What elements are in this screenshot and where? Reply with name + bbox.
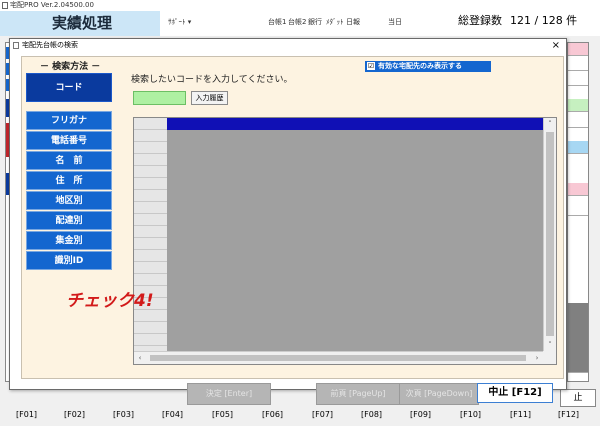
search-method-caption: － 検索方法 －: [40, 62, 101, 72]
fkey-f12[interactable]: [F12]: [558, 410, 579, 419]
fkey-f05[interactable]: [F05]: [212, 410, 233, 419]
row-header: [134, 190, 167, 202]
row-header: [134, 274, 167, 286]
bg-cell: [568, 99, 588, 112]
screen-title: 実績処理: [0, 11, 160, 36]
dialog-title: 宅配先台帳の検索: [22, 41, 78, 49]
fkey-f09[interactable]: [F09]: [410, 410, 431, 419]
menu-medat[interactable]: ﾒﾀﾞｯﾄ: [326, 17, 344, 27]
app-icon: [2, 2, 8, 9]
method-name-button[interactable]: 名 前: [26, 151, 112, 170]
dialog-titlebar: 宅配先台帳の検索 ×: [10, 39, 566, 52]
fkey-f04[interactable]: [F04]: [162, 410, 183, 419]
only-valid-label: 有効な宅配先のみ表示する: [378, 62, 462, 70]
only-valid-checkbox[interactable]: ☑ 有効な宅配先のみ表示する: [365, 61, 491, 72]
scroll-down-icon[interactable]: ˅: [544, 339, 556, 351]
dialog-body: － 検索方法 － コード フリガナ 電話番号 名 前 住 所 地区別 配達別 集…: [21, 56, 564, 379]
bg-cell: [568, 183, 588, 196]
row-header: [134, 154, 167, 166]
fkey-f08[interactable]: [F08]: [361, 410, 382, 419]
row-header: [134, 166, 167, 178]
row-header: [134, 250, 167, 262]
row-header: [134, 214, 167, 226]
vertical-scrollbar[interactable]: ˄ ˅: [543, 118, 556, 351]
checkbox-icon[interactable]: ☑: [367, 62, 375, 70]
horizontal-scroll-thumb[interactable]: [150, 355, 526, 361]
menu-ledger1[interactable]: 台帳1: [268, 17, 286, 27]
input-history-button[interactable]: 入力履歴: [191, 91, 228, 105]
decide-button[interactable]: 決定 [Enter]: [187, 383, 271, 405]
bg-cell: [568, 115, 588, 128]
background-right-panel: [567, 42, 589, 382]
fkey-f07[interactable]: [F07]: [312, 410, 333, 419]
function-key-bar: [F01] [F02] [F03] [F04] [F05] [F06] [F07…: [0, 407, 600, 426]
selected-row[interactable]: [167, 118, 543, 130]
row-header: [134, 178, 167, 190]
menu-support[interactable]: ｻﾎﾟｰﾄ ▾: [168, 17, 191, 27]
next-page-button[interactable]: 次頁 [PageDown]: [399, 383, 479, 405]
row-header-column: [134, 118, 167, 351]
method-address-button[interactable]: 住 所: [26, 171, 112, 190]
method-id-button[interactable]: 識別ID: [26, 251, 112, 270]
vertical-scroll-thumb[interactable]: [546, 132, 554, 336]
menu-daily[interactable]: 日報: [346, 17, 360, 27]
bg-cell: [568, 58, 588, 71]
method-furigana-button[interactable]: フリガナ: [26, 111, 112, 130]
bg-cell: [568, 303, 588, 373]
outer-stop-button[interactable]: 止: [560, 389, 596, 407]
scroll-right-icon[interactable]: ›: [531, 352, 543, 364]
fkey-f11[interactable]: [F11]: [510, 410, 531, 419]
menu-bank[interactable]: 銀行: [308, 17, 322, 27]
row-header: [134, 238, 167, 250]
dialog-icon: [13, 42, 19, 49]
search-dialog: 宅配先台帳の検索 × － 検索方法 － コード フリガナ 電話番号 名 前 住 …: [9, 38, 567, 405]
bg-cell: [568, 73, 588, 86]
row-header: [134, 142, 167, 154]
instruction-text: 検索したいコードを入力してください。: [131, 75, 293, 85]
bg-cell: [568, 203, 588, 216]
menu-today[interactable]: 当日: [388, 17, 402, 27]
app-header: 実績処理 ｻﾎﾟｰﾄ ▾ 台帳1 台帳2 銀行 ﾒﾀﾞｯﾄ 日報 当日 総登録数…: [0, 11, 600, 36]
scroll-up-icon[interactable]: ˄: [544, 118, 556, 130]
fkey-f03[interactable]: [F03]: [113, 410, 134, 419]
method-phone-button[interactable]: 電話番号: [26, 131, 112, 150]
scroll-left-icon[interactable]: ‹: [134, 352, 146, 364]
total-count-label: 総登録数: [458, 14, 502, 27]
prev-page-button[interactable]: 前頁 [PageUp]: [316, 383, 400, 405]
row-header: [134, 334, 167, 346]
bg-cell: [568, 141, 588, 154]
app-title-text: 宅配PRO Ver.2.04500.00: [10, 1, 94, 9]
method-delivery-button[interactable]: 配達別: [26, 211, 112, 230]
fkey-f02[interactable]: [F02]: [64, 410, 85, 419]
row-header: [134, 130, 167, 142]
row-header: [134, 118, 167, 130]
method-code-button[interactable]: コード: [26, 73, 112, 102]
check-annotation: チェック4!: [66, 291, 154, 311]
app-titlebar: 宅配PRO Ver.2.04500.00: [0, 0, 600, 11]
fkey-f06[interactable]: [F06]: [262, 410, 283, 419]
code-input[interactable]: [133, 91, 186, 105]
method-collection-button[interactable]: 集金別: [26, 231, 112, 250]
scroll-corner: [543, 351, 556, 364]
row-header: [134, 202, 167, 214]
fkey-f10[interactable]: [F10]: [460, 410, 481, 419]
horizontal-scrollbar[interactable]: ‹ ›: [134, 351, 543, 364]
close-icon[interactable]: ×: [552, 39, 560, 52]
method-district-button[interactable]: 地区別: [26, 191, 112, 210]
row-header: [134, 310, 167, 322]
fkey-f01[interactable]: [F01]: [16, 410, 37, 419]
bg-cell: [568, 43, 588, 56]
results-grid[interactable]: ˄ ˅ ‹ ›: [133, 117, 557, 365]
stop-button[interactable]: 中止 [F12]: [477, 383, 553, 403]
row-header: [134, 262, 167, 274]
total-count-value: 121 / 128 件: [510, 14, 578, 27]
search-method-group: － 検索方法 － コード フリガナ 電話番号 名 前 住 所 地区別 配達別 集…: [26, 59, 112, 273]
row-header: [134, 226, 167, 238]
menu-ledger2[interactable]: 台帳2: [288, 17, 306, 27]
row-header: [134, 322, 167, 334]
